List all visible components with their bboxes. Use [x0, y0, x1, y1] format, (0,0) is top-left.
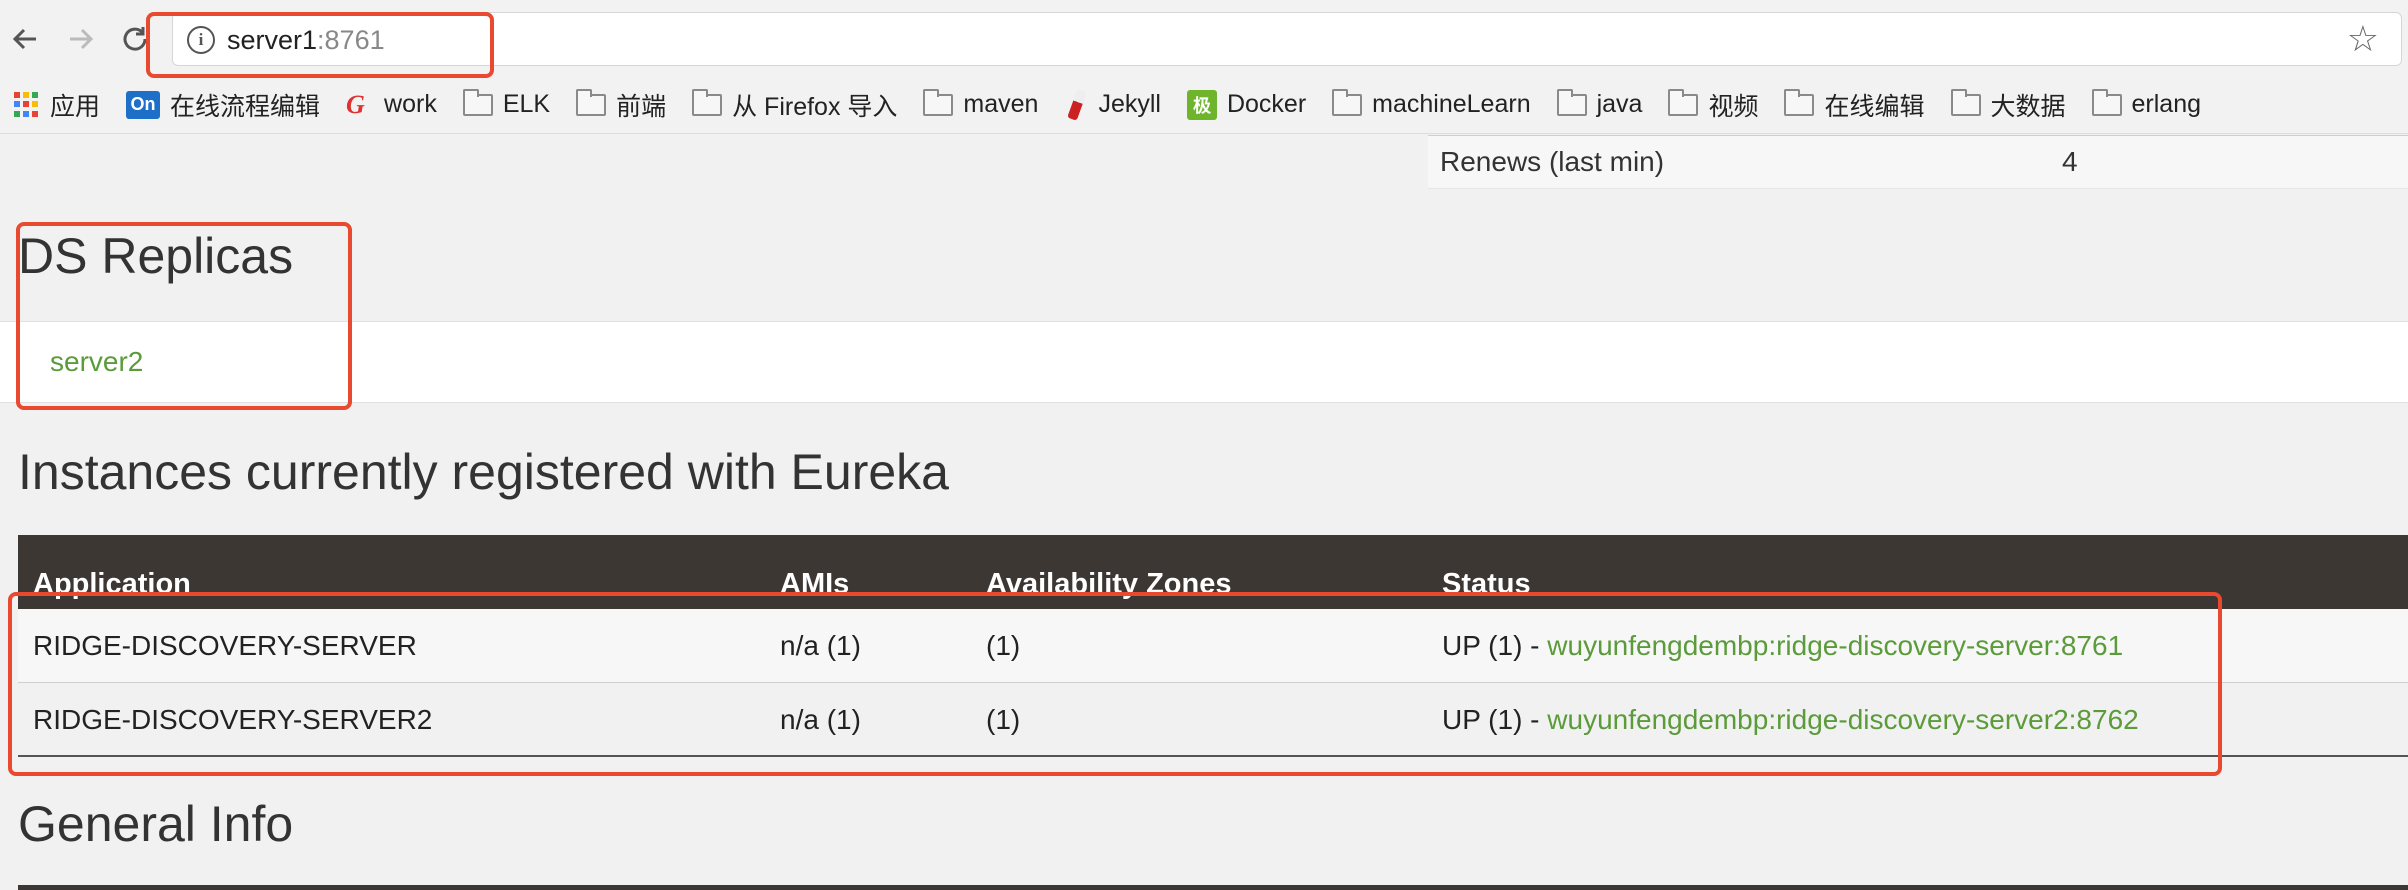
bookmark-label: 大数据: [1990, 92, 2066, 121]
column-header: Status: [1442, 568, 1531, 600]
amis-cell: n/a (1): [780, 630, 861, 661]
replicas-list: server2: [0, 321, 2408, 403]
bookmark-label: work: [384, 90, 437, 118]
folder-icon: [2091, 88, 2122, 116]
bookmark-label: 从 Firefox 导入: [732, 92, 898, 121]
folder-icon: [1556, 88, 1587, 116]
amis-cell: n/a (1): [780, 704, 861, 735]
bookmark-folder[interactable]: java: [1556, 88, 1643, 119]
bookmark-apps[interactable]: 应用: [14, 87, 100, 123]
on-badge-icon: On: [126, 90, 161, 119]
zones-cell: (1): [986, 704, 1021, 735]
address-bar[interactable]: i server1:8761 ☆: [172, 12, 2402, 66]
table-header: Application AMIs Availability Zones Stat…: [18, 535, 2408, 609]
arrow-left-icon: [12, 28, 36, 50]
url-text[interactable]: server1:8761: [227, 25, 385, 56]
column-header: AMIs: [780, 568, 850, 600]
bookmark-folder[interactable]: maven: [923, 88, 1039, 119]
reload-button[interactable]: [116, 20, 154, 58]
column-header: Availability Zones: [986, 568, 1232, 600]
test-tube-icon: [1067, 88, 1088, 121]
arrow-right-icon: [70, 28, 94, 50]
star-icon[interactable]: ☆: [2347, 19, 2379, 59]
replica-link[interactable]: server2: [50, 346, 143, 378]
bookmark-folder[interactable]: 从 Firefox 导入: [692, 87, 897, 123]
bookmark-item[interactable]: On 在线流程编辑: [126, 87, 320, 123]
bookmark-folder[interactable]: erlang: [2091, 88, 2202, 119]
table-top-border: [18, 885, 2408, 890]
folder-icon: [923, 88, 954, 116]
bookmark-label: maven: [963, 90, 1039, 118]
bookmark-label: java: [1596, 90, 1643, 118]
folder-icon: [462, 88, 493, 116]
instance-link[interactable]: wuyunfengdembp:ridge-discovery-server2:8…: [1547, 704, 2138, 735]
bookmarks-bar: 应用 On 在线流程编辑 G work ELK 前端 从 Firefox 导入 …: [0, 76, 2408, 134]
eureka-dashboard: Renews (last min) 4 DS Replicas server2 …: [0, 135, 2408, 890]
folder-icon: [1950, 88, 1981, 116]
folder-icon: [692, 88, 723, 116]
bookmark-folder[interactable]: ELK: [462, 88, 551, 119]
status-text: UP (1) -: [1442, 630, 1548, 661]
bookmark-item[interactable]: 极 Docker: [1186, 89, 1307, 120]
bookmark-item[interactable]: Jekyll: [1064, 88, 1161, 121]
application-cell: RIDGE-DISCOVERY-SERVER2: [33, 704, 433, 735]
renews-label: Renews (last min): [1440, 146, 1665, 177]
bookmark-label: 视频: [1708, 92, 1759, 121]
renews-value: 4: [2062, 146, 2078, 177]
status-cell: UP (1) - wuyunfengdembp:ridge-discovery-…: [1442, 704, 2139, 736]
folder-icon: [1668, 88, 1699, 116]
url-host: server1: [227, 25, 318, 55]
bookmark-label: 在线编辑: [1824, 92, 1925, 121]
browser-toolbar: i server1:8761 ☆: [0, 0, 2408, 76]
bookmark-label: 应用: [50, 92, 101, 121]
bookmark-label: machineLearn: [1372, 90, 1531, 118]
bookmark-label: 前端: [616, 92, 667, 121]
bookmark-label: ELK: [502, 90, 551, 118]
zones-cell: (1): [986, 630, 1021, 661]
forward-button[interactable]: [62, 20, 100, 58]
bookmark-label: Jekyll: [1098, 90, 1161, 118]
docker-badge-icon: 极: [1186, 89, 1217, 120]
apps-grid-icon: [14, 91, 40, 118]
bookmark-label: 在线流程编辑: [170, 92, 321, 121]
general-info-heading: General Info: [18, 796, 294, 852]
folder-icon: [1332, 88, 1363, 116]
bookmark-folder[interactable]: 在线编辑: [1784, 87, 1925, 123]
instances-heading: Instances currently registered with Eure…: [18, 444, 949, 500]
info-icon[interactable]: i: [187, 26, 215, 54]
ds-replicas-heading: DS Replicas: [18, 228, 294, 284]
bookmark-label: erlang: [2131, 90, 2202, 118]
bookmark-item[interactable]: G work: [346, 90, 437, 120]
status-text: UP (1) -: [1442, 704, 1548, 735]
bookmark-folder[interactable]: machineLearn: [1332, 88, 1531, 119]
status-cell: UP (1) - wuyunfengdembp:ridge-discovery-…: [1442, 630, 2123, 662]
back-button[interactable]: [6, 20, 44, 58]
folder-icon: [1784, 88, 1815, 116]
folder-icon: [576, 88, 607, 116]
renews-row: Renews (last min) 4: [1428, 135, 2408, 189]
bookmark-folder[interactable]: 视频: [1668, 87, 1758, 123]
bookmark-folder[interactable]: 大数据: [1950, 87, 2066, 123]
column-header: Application: [33, 568, 191, 600]
instances-table: Application AMIs Availability Zones Stat…: [18, 535, 2408, 757]
bookmark-folder[interactable]: 前端: [576, 87, 666, 123]
application-cell: RIDGE-DISCOVERY-SERVER: [33, 630, 417, 661]
reload-icon: [123, 27, 147, 51]
bookmark-label: Docker: [1226, 90, 1307, 118]
g-logo-icon: G: [346, 89, 365, 119]
instance-link[interactable]: wuyunfengdembp:ridge-discovery-server:87…: [1547, 630, 2123, 661]
table-row: RIDGE-DISCOVERY-SERVER2 n/a (1) (1) UP (…: [18, 683, 2408, 757]
table-row: RIDGE-DISCOVERY-SERVER n/a (1) (1) UP (1…: [18, 609, 2408, 683]
url-port: :8761: [317, 25, 385, 55]
